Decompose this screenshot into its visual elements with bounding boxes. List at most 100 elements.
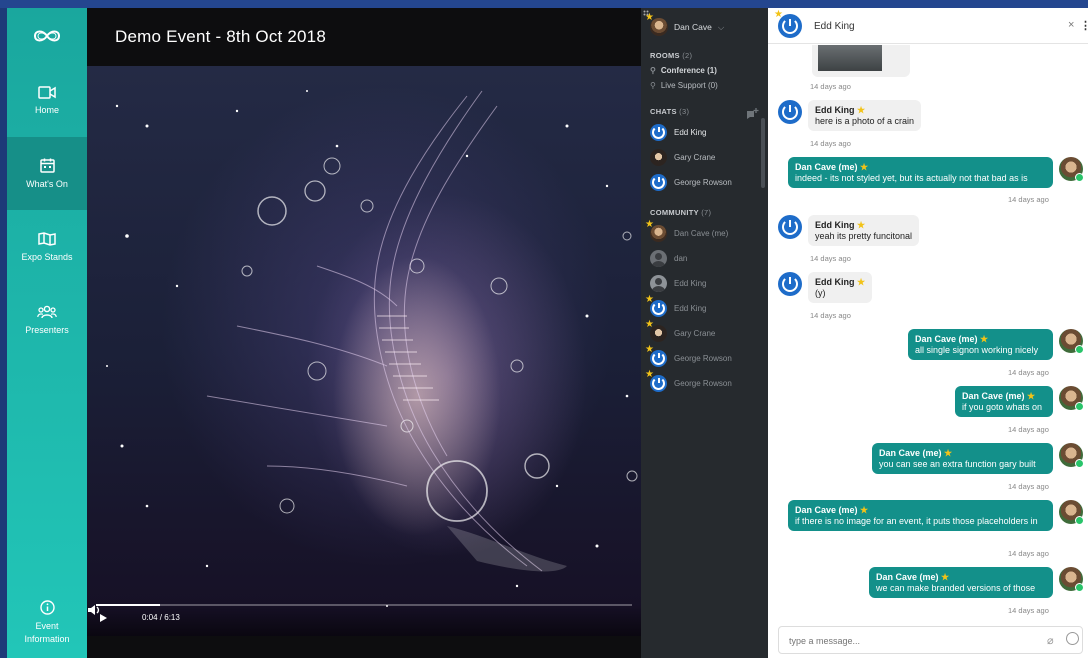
community-item[interactable]: dan (650, 250, 687, 267)
community-item[interactable]: ★ George Rowson (645, 370, 732, 392)
star-icon: ★ (645, 344, 654, 355)
message-timestamp: 14 days ago (810, 139, 851, 148)
avatar (1059, 567, 1084, 592)
event-title: Demo Event - 8th Oct 2018 (115, 27, 326, 46)
video-camera-icon (38, 86, 56, 99)
message-timestamp: 14 days ago (1008, 368, 1049, 377)
message-input[interactable] (789, 633, 1029, 649)
star-icon: ★ (650, 275, 654, 280)
chats-header: CHATS (3) (650, 107, 690, 116)
video-section: Demo Event - 8th Oct 2018 0:04 / 6:13 (87, 8, 641, 658)
nav-item-label: Event (35, 620, 59, 631)
infinity-logo-icon[interactable] (7, 8, 87, 63)
message-bubble: Edd King ★ (y) (808, 272, 873, 303)
close-icon[interactable]: × (1068, 19, 1074, 31)
star-icon: ★ (941, 572, 950, 582)
message-bubble: Dan Cave (me) ★ indeed - its not styled y… (788, 157, 1053, 188)
chat-title: Edd King (814, 21, 855, 32)
community-item[interactable]: ★ Dan Cave (me) (645, 220, 728, 242)
avatar (650, 250, 667, 267)
avatar: ★ (645, 295, 667, 317)
rooms-header: ROOMS (2) (650, 51, 693, 60)
attachment-icon[interactable]: ⌀ (1047, 634, 1054, 647)
avatar: ★ (645, 345, 667, 367)
video-progress-bar[interactable] (96, 604, 632, 606)
star-icon: ★ (860, 505, 869, 515)
message-timestamp: 14 days ago (1008, 482, 1049, 491)
star-icon: ★ (980, 334, 989, 344)
people-icon (37, 305, 57, 318)
avatar (778, 272, 802, 296)
avatar (650, 174, 667, 191)
avatar: ★ (774, 10, 802, 38)
message-bubble: Edd King ★ here is a photo of a crain (808, 100, 922, 131)
avatar: ★ (645, 370, 667, 392)
message-list: 14 days ago Edd King ★ here is a photo of… (768, 45, 1088, 620)
current-user-menu[interactable]: ★ Dan Cave ⌵ (645, 13, 725, 36)
add-chat-icon[interactable] (745, 108, 759, 120)
community-item[interactable]: ★ George Rowson (645, 345, 732, 367)
message-bubble: Dan Cave (me) ★ we can make branded versi… (869, 567, 1053, 598)
community-item[interactable]: ★Edd King (650, 275, 706, 292)
current-user-name: Dan Cave (674, 22, 712, 32)
star-icon: ★ (774, 9, 783, 20)
emoji-icon[interactable] (1066, 632, 1079, 645)
room-item[interactable]: ⚲ Conference (1) (650, 66, 717, 75)
avatar: ★ (650, 275, 667, 292)
message-composer: ⌀ (778, 626, 1083, 654)
top-strip (0, 0, 1088, 8)
message-bubble: Edd King ★ yeah its pretty funcitonal (808, 215, 920, 246)
video-player[interactable]: 0:04 / 6:13 (87, 66, 641, 636)
info-icon (39, 599, 55, 615)
chevron-down-icon: ⌵ (717, 21, 725, 32)
nav-item-label: Home (34, 105, 59, 115)
app: Home What's On Expo Stands Presenters Ev… (0, 0, 1088, 658)
chat-item-gary-crane[interactable]: Gary Crane (650, 149, 715, 166)
star-icon: ★ (645, 219, 654, 230)
nav-item-event-information[interactable]: Event Information (7, 585, 87, 658)
chat-item-edd-king[interactable]: Edd King (650, 124, 706, 141)
calendar-icon (39, 158, 55, 173)
message-timestamp: 14 days ago (810, 82, 851, 91)
star-icon: ★ (1027, 391, 1036, 401)
avatar (1059, 386, 1084, 411)
room-item[interactable]: ⚲ Live Support (0) (650, 81, 718, 90)
message-timestamp: 14 days ago (1008, 425, 1049, 434)
video-controls: 0:04 / 6:13 (87, 604, 641, 636)
sidebar-scrollbar[interactable] (761, 118, 765, 188)
left-nav: Home What's On Expo Stands Presenters Ev… (7, 8, 87, 658)
nav-item-presenters[interactable]: Presenters (7, 283, 87, 356)
volume-icon[interactable] (87, 604, 101, 616)
star-icon: ★ (645, 12, 654, 23)
chat-window: ★ Edd King × ⋮ 14 days ago Edd King ★ her… (768, 8, 1088, 658)
avatar: ★ (645, 220, 667, 242)
nav-item-label: What's On (26, 179, 68, 189)
nav-item-expo-stands[interactable]: Expo Stands (7, 210, 87, 283)
star-icon: ★ (860, 162, 869, 172)
nav-item-home[interactable]: Home (7, 64, 87, 137)
chat-sidebar: ★ Dan Cave ⌵ ROOMS (2) ⚲ Conference (1) ⚲… (641, 8, 768, 658)
avatar (778, 215, 802, 239)
video-progress-fill (96, 604, 161, 606)
chat-item-george-rowson[interactable]: George Rowson (650, 174, 732, 191)
community-item[interactable]: ★ Gary Crane (645, 320, 715, 342)
avatar (778, 100, 802, 124)
location-pin-icon: ⚲ (650, 81, 656, 90)
nav-item-whats-on[interactable]: What's On (7, 137, 87, 210)
play-icon[interactable] (100, 614, 107, 622)
nav-item-label: Presenters (25, 324, 69, 335)
nav-item-label: Information (24, 633, 70, 644)
message-bubble: Dan Cave (me) ★ all single signon working… (908, 329, 1053, 360)
community-item[interactable]: ★Edd King (645, 295, 706, 317)
more-options-icon[interactable]: ⋮ (1080, 19, 1088, 32)
avatar: ★ (645, 13, 668, 36)
star-icon: ★ (944, 448, 953, 458)
message-timestamp: 14 days ago (1008, 195, 1049, 204)
avatar (1059, 500, 1084, 525)
video-time: 0:04 / 6:13 (142, 613, 180, 622)
message-timestamp: 14 days ago (1008, 606, 1049, 615)
crane-photo[interactable] (818, 45, 882, 71)
message-timestamp: 14 days ago (1008, 549, 1049, 558)
message-timestamp: 14 days ago (810, 254, 851, 263)
avatar (1059, 329, 1084, 354)
